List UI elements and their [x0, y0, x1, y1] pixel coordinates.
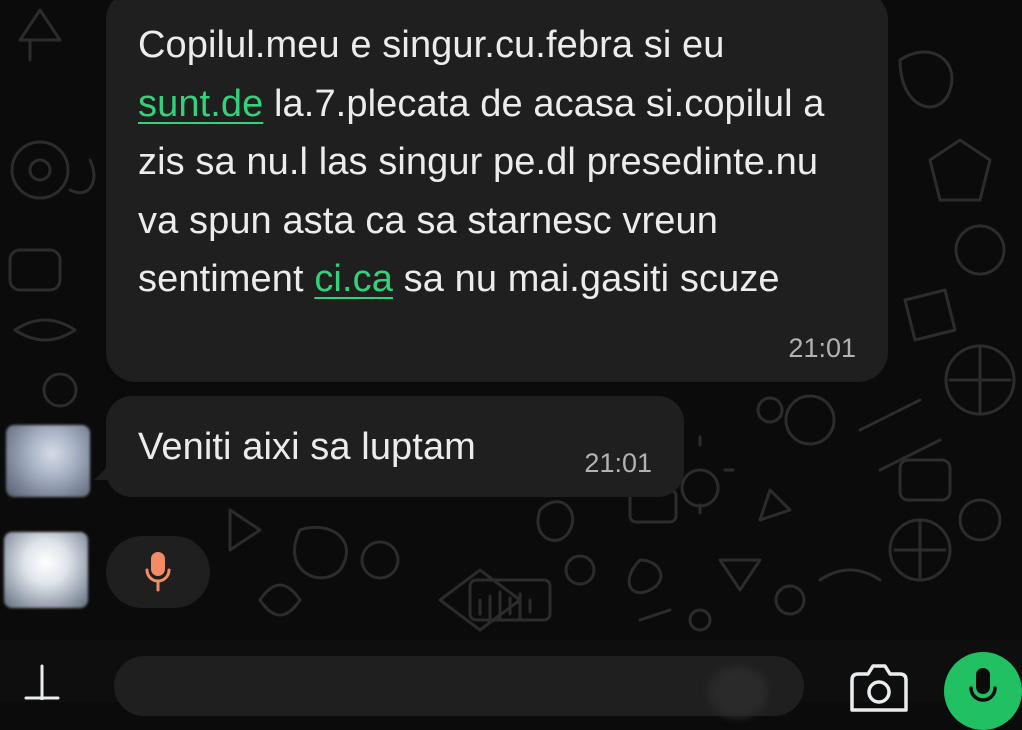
microphone-icon — [145, 552, 171, 592]
sender-avatar[interactable] — [6, 425, 90, 497]
microphone-icon — [969, 668, 997, 702]
record-voice-button[interactable] — [944, 652, 1022, 730]
link-ci-ca[interactable]: ci.ca — [314, 258, 393, 300]
link-sunt-de[interactable]: sunt.de — [138, 83, 263, 125]
sticker-icon[interactable] — [708, 666, 768, 718]
message-bubble[interactable]: Copilul.meu e singur.cu.febra si eu sunt… — [106, 0, 888, 382]
sender-avatar[interactable] — [4, 532, 88, 608]
message-timestamp: 21:01 — [584, 448, 652, 478]
message-input[interactable] — [114, 656, 804, 718]
message-bubble[interactable]: Veniti aixi sa luptam 21:01 — [106, 396, 684, 497]
message-text: Copilul.meu e singur.cu.febra si eu sunt… — [138, 24, 825, 300]
plus-icon[interactable] — [24, 664, 60, 700]
message-timestamp: 21:01 — [788, 333, 856, 363]
camera-icon[interactable] — [848, 664, 910, 712]
voice-message-bubble[interactable] — [106, 536, 210, 608]
message-text: Veniti aixi sa luptam — [138, 426, 476, 468]
